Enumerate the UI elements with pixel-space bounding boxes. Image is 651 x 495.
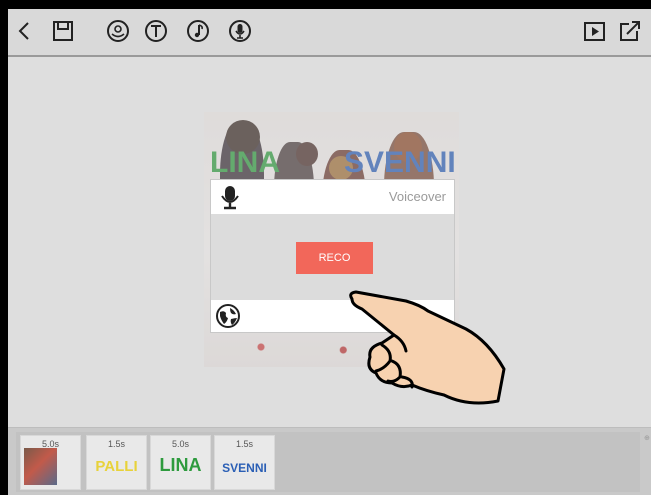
clip-duration: 5.0s <box>171 439 189 449</box>
clip-word: SVENNI <box>222 461 267 475</box>
clip-duration: 1.5s <box>235 439 253 449</box>
microphone-icon[interactable] <box>225 16 255 46</box>
clip-word: PALLI <box>95 458 138 475</box>
timeline-clip-palli[interactable]: 1.5s PALLI <box>86 435 147 490</box>
timeline-clip-lina[interactable]: 5.0s LINA <box>150 435 211 490</box>
clip-duration: 1.5s <box>107 439 125 449</box>
share-icon[interactable] <box>615 16 645 46</box>
back-icon[interactable] <box>10 16 40 46</box>
clip-thumbnail <box>24 448 57 485</box>
dialog-title: Voiceover <box>388 189 446 204</box>
editor-canvas: LINA SVENNI Voiceover RECO <box>8 57 651 427</box>
app-window: LINA SVENNI Voiceover RECO 5.0s 1.5s PAL… <box>8 9 651 495</box>
timeline-track: 5.0s 1.5s PALLI 5.0s LINA 1.5s SVENNI <box>16 432 640 492</box>
music-icon[interactable] <box>183 16 213 46</box>
record-button[interactable]: RECO <box>296 242 373 274</box>
globe-icon[interactable] <box>215 303 241 329</box>
voiceover-dialog: Voiceover RECO <box>211 180 454 332</box>
timeline: 5.0s 1.5s PALLI 5.0s LINA 1.5s SVENNI ⊕ <box>8 427 651 495</box>
text-icon[interactable] <box>141 16 171 46</box>
save-icon[interactable] <box>48 16 78 46</box>
top-toolbar <box>8 9 651 57</box>
timeline-clip-image[interactable]: 5.0s <box>20 435 81 490</box>
sticker-icon[interactable] <box>103 16 133 46</box>
clip-word: LINA <box>159 455 202 475</box>
play-icon[interactable] <box>580 16 610 46</box>
dialog-footer <box>211 300 454 332</box>
timeline-scroll-indicator[interactable]: ⊕ <box>644 434 651 490</box>
dialog-header: Voiceover <box>211 180 454 214</box>
microphone-icon <box>221 186 239 210</box>
timeline-clip-svenni[interactable]: 1.5s SVENNI <box>214 435 275 490</box>
